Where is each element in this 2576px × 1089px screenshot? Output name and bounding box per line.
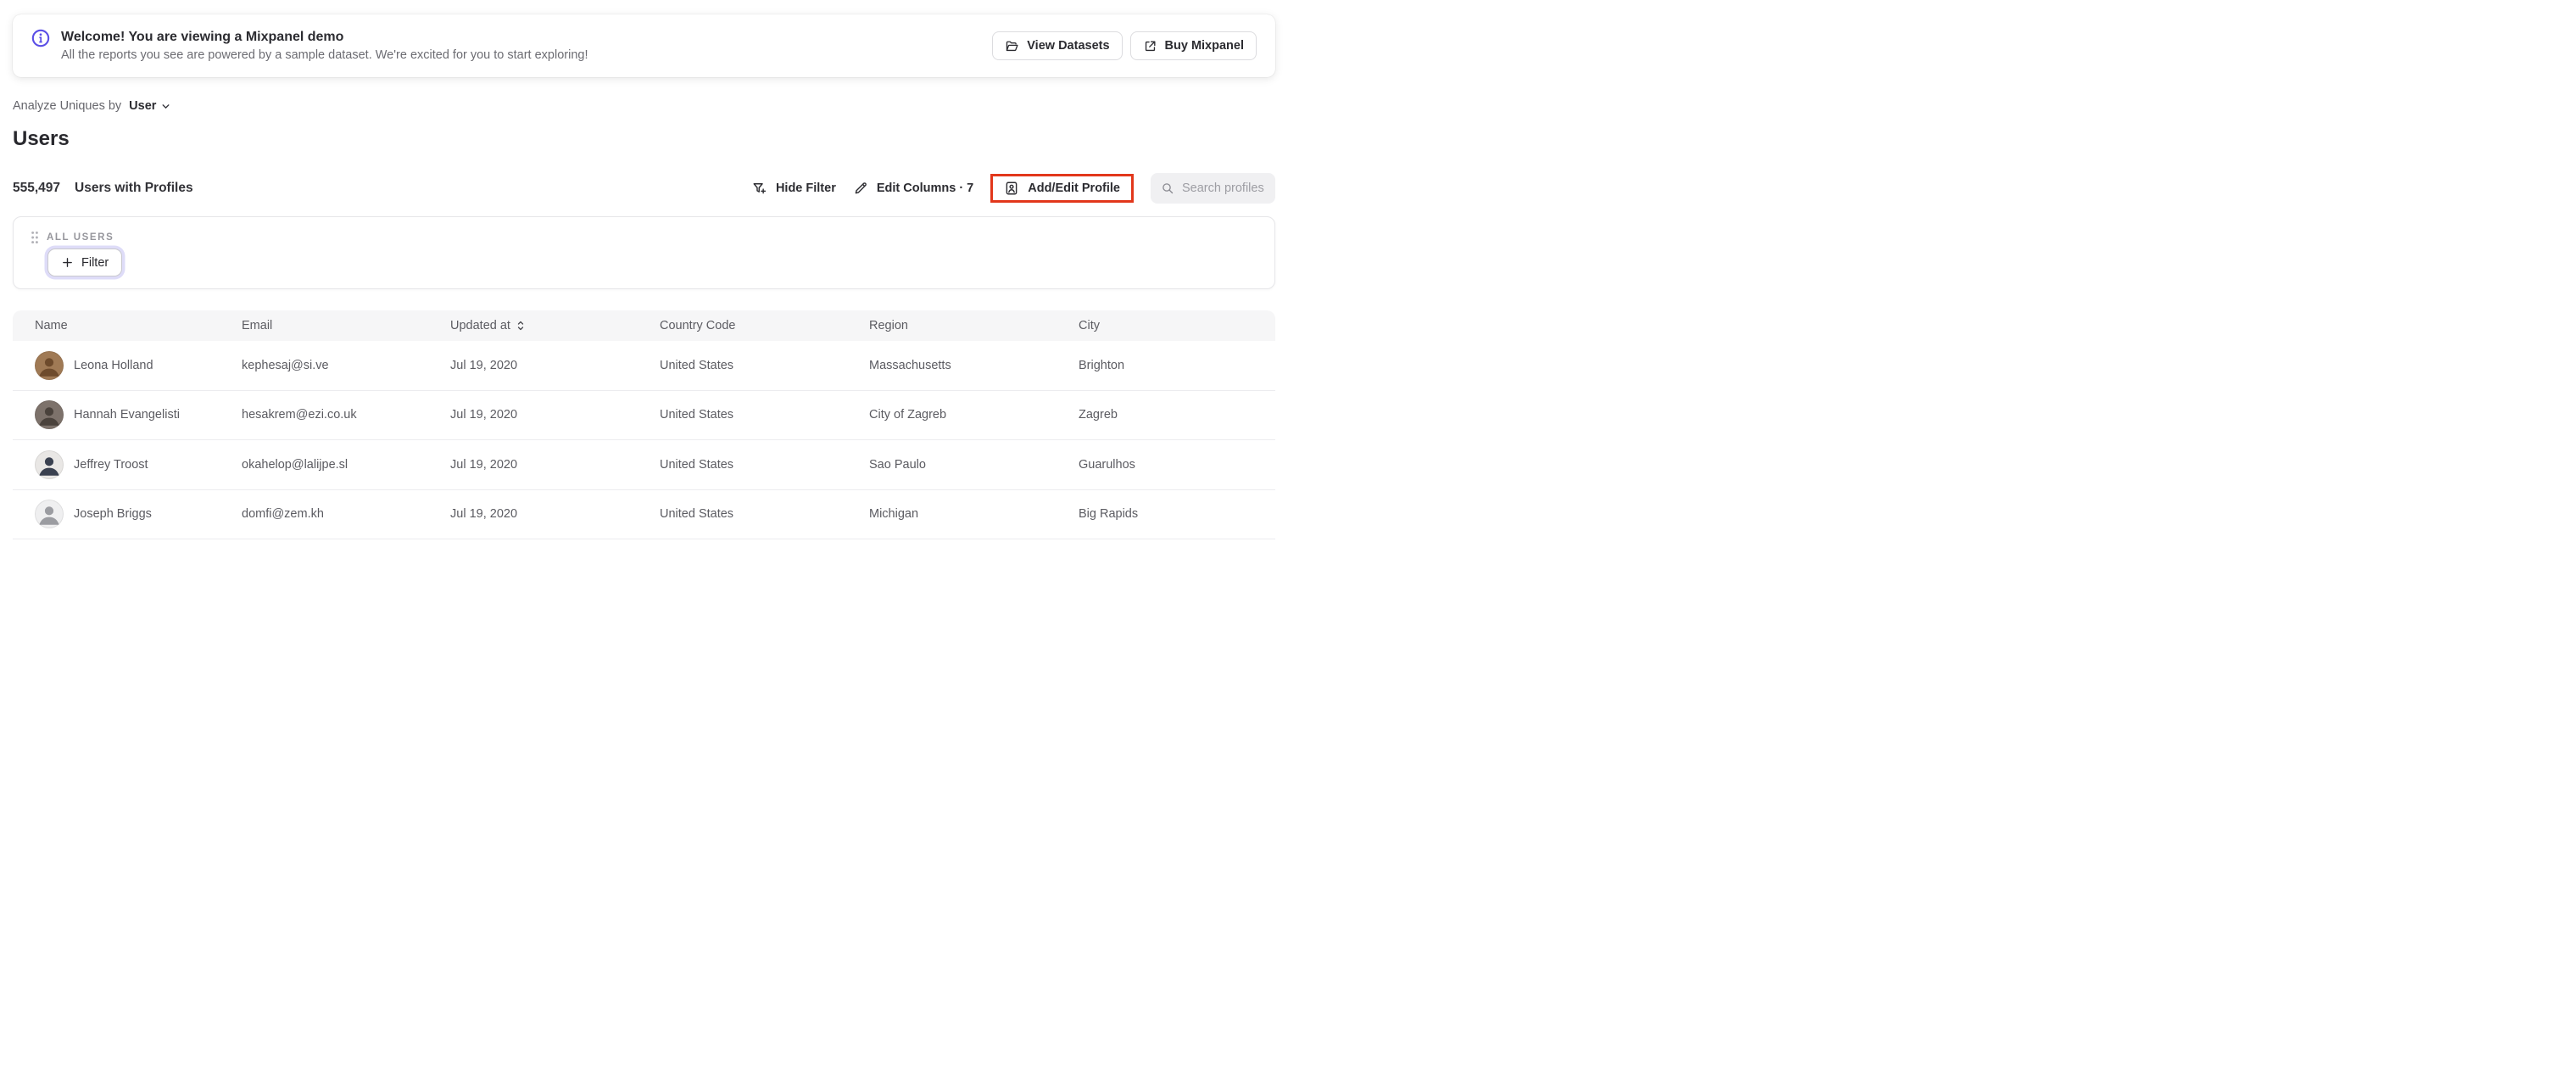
cell-email: okahelop@lalijpe.sl [242, 457, 348, 472]
cell-name: Joseph Briggs [74, 507, 152, 522]
column-header-label: Email [242, 319, 273, 332]
column-header-updated-at[interactable]: Updated at [450, 319, 660, 332]
buy-mixpanel-label: Buy Mixpanel [1164, 39, 1244, 53]
avatar [35, 450, 64, 479]
cell-updated: Jul 19, 2020 [450, 358, 518, 372]
funnel-plus-icon [753, 183, 767, 194]
table-row[interactable]: Hannah Evangelisti hesakrem@ezi.co.uk Ju… [13, 391, 1275, 440]
cell-region: Michigan [869, 507, 919, 522]
column-header-name[interactable]: Name [35, 319, 242, 332]
analyze-row: Analyze Uniques by User [13, 99, 171, 113]
group-label: ALL USERS [47, 232, 114, 243]
cell-country: United States [660, 358, 734, 372]
search-profiles-box [1151, 173, 1275, 204]
search-icon [1163, 183, 1174, 194]
analyze-label: Analyze Uniques by [13, 99, 122, 113]
cell-country: United States [660, 507, 734, 522]
add-edit-profile-highlight: Add/Edit Profile [990, 174, 1134, 203]
column-header-email[interactable]: Email [242, 319, 450, 332]
table-header-row: Name Email Updated at Country Code Regio… [13, 310, 1275, 341]
add-edit-profile-button[interactable]: Add/Edit Profile [1004, 181, 1120, 196]
view-datasets-label: View Datasets [1027, 39, 1110, 53]
column-header-city[interactable]: City [1079, 319, 1275, 332]
info-icon [31, 29, 50, 47]
plus-icon [63, 258, 72, 267]
users-table: Name Email Updated at Country Code Regio… [13, 310, 1275, 544]
cell-updated: Jul 19, 2020 [450, 408, 518, 422]
banner-subtitle: All the reports you see are powered by a… [61, 48, 588, 62]
column-header-label: Updated at [450, 319, 510, 332]
cell-email: domfi@zem.kh [242, 507, 324, 522]
chevron-down-icon [162, 103, 170, 109]
hide-filter-button[interactable]: Hide Filter [752, 181, 836, 196]
profiles-count: 555,497 [13, 181, 61, 195]
filter-panel: ALL USERS Filter [13, 216, 1275, 289]
avatar [35, 500, 64, 529]
page-title: Users [13, 127, 70, 150]
cell-email: hesakrem@ezi.co.uk [242, 408, 357, 422]
table-row[interactable]: Jeffrey Troost okahelop@lalijpe.sl Jul 1… [13, 440, 1275, 490]
table-body: Leona Holland kephesaj@si.ve Jul 19, 202… [13, 341, 1275, 539]
column-header-country-code[interactable]: Country Code [660, 319, 869, 332]
cell-email: kephesaj@si.ve [242, 358, 329, 372]
cell-name: Hannah Evangelisti [74, 408, 180, 422]
folder-icon [1006, 41, 1018, 51]
users-page: Welcome! You are viewing a Mixpanel demo… [0, 0, 1288, 544]
avatar [35, 350, 64, 380]
edit-columns-button[interactable]: Edit Columns · 7 [853, 181, 973, 196]
drag-handle-icon[interactable] [31, 231, 39, 244]
cell-country: United States [660, 408, 734, 422]
cell-city: Brighton [1079, 358, 1125, 372]
cell-name: Leona Holland [74, 358, 153, 372]
welcome-banner: Welcome! You are viewing a Mixpanel demo… [13, 14, 1275, 77]
cell-city: Guarulhos [1079, 457, 1135, 472]
add-filter-button[interactable]: Filter [47, 249, 123, 276]
analyze-by-value: User [129, 99, 157, 113]
stats-toolbar: 555,497 Users with Profiles Hide Filter … [13, 171, 1275, 205]
cell-updated: Jul 19, 2020 [450, 457, 518, 472]
search-profiles-input[interactable] [1182, 182, 1265, 195]
avatar [35, 400, 64, 430]
column-header-region[interactable]: Region [869, 319, 1079, 332]
cell-updated: Jul 19, 2020 [450, 507, 518, 522]
column-header-label: Country Code [660, 319, 736, 332]
cell-country: United States [660, 457, 734, 472]
pencil-icon [855, 182, 867, 194]
hide-filter-label: Hide Filter [775, 182, 836, 195]
cell-region: City of Zagreb [869, 408, 947, 422]
add-filter-label: Filter [81, 255, 109, 270]
external-link-icon [1145, 41, 1156, 51]
cell-region: Massachusetts [869, 358, 951, 372]
column-header-label: Name [35, 319, 68, 332]
table-row[interactable]: Joseph Briggs domfi@zem.kh Jul 19, 2020 … [13, 490, 1275, 539]
cell-city: Zagreb [1079, 408, 1118, 422]
cell-name: Jeffrey Troost [74, 457, 148, 472]
edit-columns-label: Edit Columns · 7 [876, 182, 974, 195]
sort-icon [517, 321, 524, 331]
table-row[interactable]: Leona Holland kephesaj@si.ve Jul 19, 202… [13, 341, 1275, 391]
column-header-label: Region [869, 319, 908, 332]
buy-mixpanel-button[interactable]: Buy Mixpanel [1129, 31, 1257, 60]
banner-title: Welcome! You are viewing a Mixpanel demo [61, 30, 344, 44]
cell-region: Sao Paulo [869, 457, 926, 472]
profiles-count-label: Users with Profiles [75, 181, 193, 195]
analyze-by-dropdown[interactable]: User [129, 99, 171, 113]
view-datasets-button[interactable]: View Datasets [992, 31, 1123, 60]
cell-city: Big Rapids [1079, 507, 1139, 522]
profile-badge-icon [1006, 182, 1018, 195]
add-edit-profile-label: Add/Edit Profile [1028, 182, 1120, 195]
column-header-label: City [1079, 319, 1100, 332]
